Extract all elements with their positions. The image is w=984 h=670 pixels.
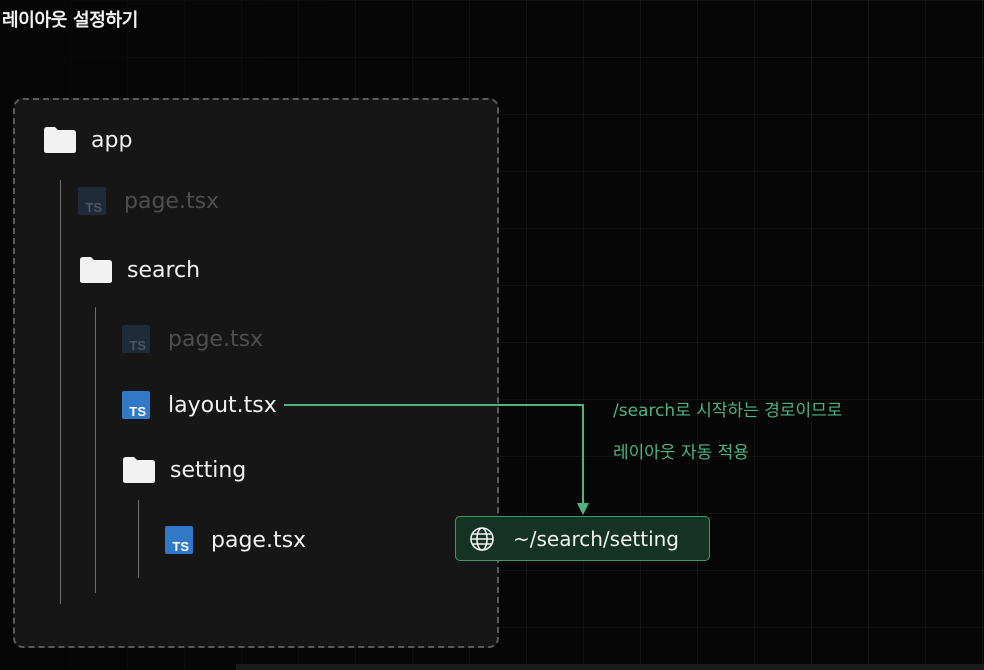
diagram-canvas: 레이아웃 설정하기 app TS page.tsx search TS page… (0, 0, 984, 670)
globe-icon (470, 526, 494, 551)
route-path-box: ~/search/setting (455, 516, 710, 561)
annotation-line-2: 레이아웃 자동 적용 (613, 443, 749, 463)
route-path-text: ~/search/setting (513, 526, 680, 551)
annotation-line-1: /search로 시작하는 경로이므로 (613, 401, 843, 421)
layout-connector-arrow (284, 404, 589, 515)
